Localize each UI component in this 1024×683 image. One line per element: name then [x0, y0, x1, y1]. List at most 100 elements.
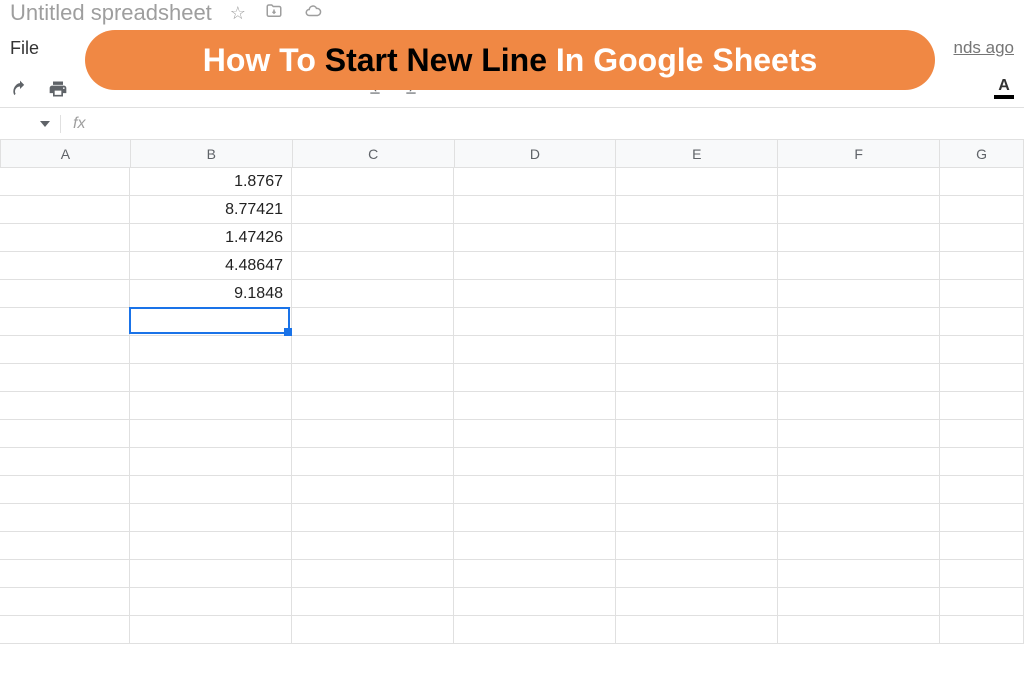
- cell-E15[interactable]: [616, 560, 778, 587]
- cell-E1[interactable]: [616, 168, 778, 195]
- cell-F14[interactable]: [778, 532, 940, 559]
- cell-F15[interactable]: [778, 560, 940, 587]
- cell-D9[interactable]: [454, 392, 616, 419]
- cell-G1[interactable]: [940, 168, 1024, 195]
- cell-E11[interactable]: [616, 448, 778, 475]
- cell-F1[interactable]: [778, 168, 940, 195]
- cell-C7[interactable]: [292, 336, 454, 363]
- cell-D8[interactable]: [454, 364, 616, 391]
- cell-D17[interactable]: [454, 616, 616, 643]
- move-folder-icon[interactable]: [264, 2, 284, 25]
- cell-D14[interactable]: [454, 532, 616, 559]
- name-box[interactable]: [0, 121, 60, 127]
- column-header-B[interactable]: B: [131, 140, 293, 167]
- cell-D12[interactable]: [454, 476, 616, 503]
- formula-input[interactable]: [97, 115, 1024, 132]
- cell-F16[interactable]: [778, 588, 940, 615]
- text-color-button[interactable]: A: [994, 78, 1014, 99]
- cell-D11[interactable]: [454, 448, 616, 475]
- cell-F3[interactable]: [778, 224, 940, 251]
- cell-G13[interactable]: [940, 504, 1024, 531]
- cell-B16[interactable]: [130, 588, 292, 615]
- cell-B2[interactable]: 8.77421: [130, 196, 292, 223]
- cell-E12[interactable]: [616, 476, 778, 503]
- cell-A17[interactable]: [0, 616, 130, 643]
- cell-C11[interactable]: [292, 448, 454, 475]
- cell-A5[interactable]: [0, 280, 130, 307]
- cell-G16[interactable]: [940, 588, 1024, 615]
- cell-A13[interactable]: [0, 504, 130, 531]
- cell-D15[interactable]: [454, 560, 616, 587]
- cell-A3[interactable]: [0, 224, 130, 251]
- undo-icon[interactable]: [10, 79, 30, 99]
- cell-A7[interactable]: [0, 336, 130, 363]
- cell-A9[interactable]: [0, 392, 130, 419]
- cell-G12[interactable]: [940, 476, 1024, 503]
- cell-E5[interactable]: [616, 280, 778, 307]
- cell-B11[interactable]: [130, 448, 292, 475]
- cell-B6[interactable]: [130, 308, 292, 335]
- cell-A12[interactable]: [0, 476, 130, 503]
- cell-A15[interactable]: [0, 560, 130, 587]
- cell-C12[interactable]: [292, 476, 454, 503]
- cell-B14[interactable]: [130, 532, 292, 559]
- cell-F17[interactable]: [778, 616, 940, 643]
- cell-B4[interactable]: 4.48647: [130, 252, 292, 279]
- cell-C4[interactable]: [292, 252, 454, 279]
- cell-G11[interactable]: [940, 448, 1024, 475]
- cell-F10[interactable]: [778, 420, 940, 447]
- cell-C8[interactable]: [292, 364, 454, 391]
- cell-E17[interactable]: [616, 616, 778, 643]
- cell-E14[interactable]: [616, 532, 778, 559]
- cell-B10[interactable]: [130, 420, 292, 447]
- cell-D10[interactable]: [454, 420, 616, 447]
- cell-G5[interactable]: [940, 280, 1024, 307]
- cell-B1[interactable]: 1.8767: [130, 168, 292, 195]
- cell-E4[interactable]: [616, 252, 778, 279]
- cell-F4[interactable]: [778, 252, 940, 279]
- cell-F13[interactable]: [778, 504, 940, 531]
- cell-D7[interactable]: [454, 336, 616, 363]
- last-edit-link[interactable]: nds ago: [954, 38, 1015, 58]
- cell-B9[interactable]: [130, 392, 292, 419]
- cell-A6[interactable]: [0, 308, 130, 335]
- cell-B7[interactable]: [130, 336, 292, 363]
- cell-E7[interactable]: [616, 336, 778, 363]
- cell-G3[interactable]: [940, 224, 1024, 251]
- cell-B5[interactable]: 9.1848: [130, 280, 292, 307]
- column-header-D[interactable]: D: [455, 140, 617, 167]
- cell-A10[interactable]: [0, 420, 130, 447]
- cell-C14[interactable]: [292, 532, 454, 559]
- column-header-F[interactable]: F: [778, 140, 940, 167]
- cell-F12[interactable]: [778, 476, 940, 503]
- cell-F2[interactable]: [778, 196, 940, 223]
- cell-B15[interactable]: [130, 560, 292, 587]
- cell-A2[interactable]: [0, 196, 130, 223]
- cell-D16[interactable]: [454, 588, 616, 615]
- print-icon[interactable]: [48, 79, 68, 99]
- star-icon[interactable]: ☆: [230, 3, 246, 24]
- column-header-A[interactable]: A: [1, 140, 131, 167]
- cell-D1[interactable]: [454, 168, 616, 195]
- menu-file[interactable]: File: [10, 38, 39, 59]
- cell-C16[interactable]: [292, 588, 454, 615]
- cell-G9[interactable]: [940, 392, 1024, 419]
- cell-C1[interactable]: [292, 168, 454, 195]
- cell-A16[interactable]: [0, 588, 130, 615]
- cell-F5[interactable]: [778, 280, 940, 307]
- cell-C6[interactable]: [292, 308, 454, 335]
- cell-G8[interactable]: [940, 364, 1024, 391]
- cell-C9[interactable]: [292, 392, 454, 419]
- cell-E2[interactable]: [616, 196, 778, 223]
- cell-C3[interactable]: [292, 224, 454, 251]
- cell-G14[interactable]: [940, 532, 1024, 559]
- cell-E6[interactable]: [616, 308, 778, 335]
- cell-D5[interactable]: [454, 280, 616, 307]
- cell-C10[interactable]: [292, 420, 454, 447]
- cell-A8[interactable]: [0, 364, 130, 391]
- cell-F6[interactable]: [778, 308, 940, 335]
- cell-E10[interactable]: [616, 420, 778, 447]
- cell-E3[interactable]: [616, 224, 778, 251]
- cell-G2[interactable]: [940, 196, 1024, 223]
- cell-D2[interactable]: [454, 196, 616, 223]
